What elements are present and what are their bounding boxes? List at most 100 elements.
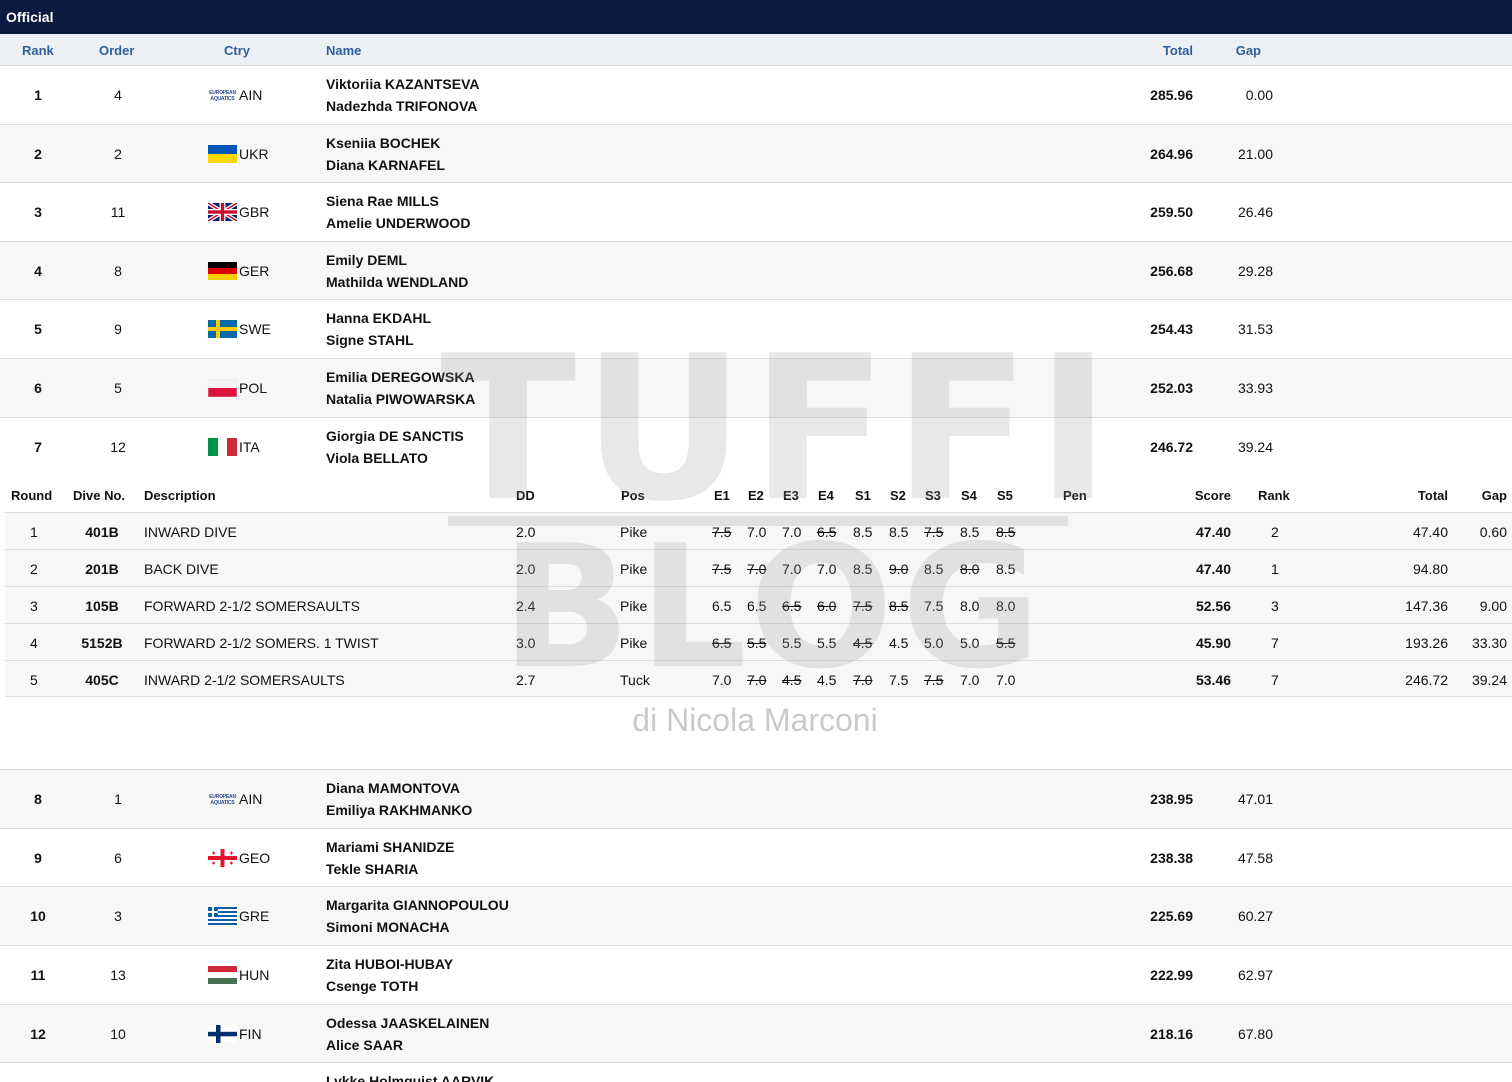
result-row[interactable]: 11 13 HUN Zita HUBOI-HUBAY Csenge TOTH 222.99…	[0, 945, 1512, 1005]
judge-score: 6.5	[747, 598, 767, 615]
gap-cell: 62.97	[1237, 966, 1273, 983]
athlete-name[interactable]: Csenge TOTH	[326, 978, 418, 994]
judge-score: 7.0	[747, 672, 767, 689]
ain-logo-icon: EUROPEAN AQUATICS	[209, 794, 236, 807]
order-cell: 4	[114, 87, 122, 103]
dive-dd: 2.7	[516, 672, 536, 689]
col-total-header[interactable]: Total	[1163, 43, 1193, 58]
athlete-name[interactable]: Diana KARNAFEL	[326, 157, 445, 173]
order-cell: 5	[114, 379, 122, 396]
athlete-name[interactable]: Emiliya RAKHMANKO	[326, 802, 472, 818]
country-code: GER	[239, 262, 270, 279]
athlete-name[interactable]: Diana MAMONTOVA	[326, 780, 460, 796]
dive-number: 401B	[85, 524, 119, 541]
dive-score: 52.56	[1195, 598, 1231, 615]
athlete-name[interactable]: Hanna EKDAHL	[326, 310, 431, 326]
order-cell: 12	[110, 438, 126, 455]
order-cell: 2	[114, 145, 122, 162]
result-row[interactable]: 10 3 GRE Margarita GIANNOPOULOU Simoni MONAC…	[0, 887, 1512, 946]
judge-score: 7.5	[853, 598, 873, 615]
result-row[interactable]: 6 5 POL Emilia DEREGOWSKA Natalia PIWOWARSKA…	[0, 358, 1512, 418]
athlete-name[interactable]: Signe STAHL	[326, 332, 414, 348]
d-col-s1: S1	[855, 488, 871, 504]
athlete-name[interactable]: Viktoriia KAZANTSEVA	[326, 76, 480, 92]
dive-row: 1 401B INWARD DIVE 2.0 Pike 7.5 7.0 7.0 6.5 8.5 8.…	[5, 512, 1512, 550]
ain-logo-icon: EUROPEAN AQUATICS	[209, 90, 236, 102]
dive-round: 3	[30, 598, 38, 615]
judge-score: 5.5	[782, 635, 802, 652]
dive-round: 1	[30, 524, 38, 541]
athlete-name[interactable]: Natalia PIWOWARSKA	[326, 391, 475, 407]
order-cell: 1	[114, 791, 122, 808]
col-rank-header[interactable]: Rank	[22, 43, 54, 58]
result-row[interactable]: 7 12 ITA Giorgia DE SANCTIS Viola BELLATO 246…	[0, 417, 1512, 477]
ukr-flag-icon	[208, 144, 237, 163]
dive-detail-header: Round Dive No. Description DD Pos E1 E2 …	[0, 476, 1512, 512]
judge-score: 7.5	[712, 524, 732, 541]
judge-score: 6.5	[782, 598, 802, 615]
dive-number: 405C	[85, 672, 119, 689]
order-cell: 6	[114, 849, 122, 866]
dive-row: 3 105B FORWARD 2-1/2 SOMERSAULTS 2.4 Pike 6.5…	[5, 586, 1512, 624]
dive-total: 94.80	[1412, 561, 1448, 578]
athlete-name[interactable]: Tekle SHARIA	[326, 861, 418, 877]
athlete-name[interactable]: Lykke Holmquist AARVIK	[326, 1073, 494, 1082]
result-row[interactable]: 4 8 GER Emily DEML Mathilda WENDLAND 256.68 29…	[0, 241, 1512, 301]
judge-score: 8.5	[889, 524, 909, 541]
result-row[interactable]: 9 6 GEO Mariami SHANIDZE Tekle SHARIA 238.38 4…	[0, 828, 1512, 888]
athlete-name[interactable]: Alice SAAR	[326, 1037, 403, 1053]
athlete-name[interactable]: Odessa JAASKELAINEN	[326, 1015, 489, 1031]
athlete-name[interactable]: Mariami SHANIDZE	[326, 839, 454, 855]
col-ctry-header[interactable]: Ctry	[224, 43, 250, 58]
result-row[interactable]: 5 9 SWE Hanna EKDAHL Signe STAHL 254.43 31.53	[0, 300, 1512, 359]
athlete-name[interactable]: Zita HUBOI-HUBAY	[326, 956, 453, 972]
athlete-name[interactable]: Viola BELLATO	[326, 450, 428, 466]
d-col-e2: E2	[748, 488, 764, 504]
d-col-pen: Pen	[1063, 488, 1087, 504]
col-name-header[interactable]: Name	[326, 43, 361, 58]
dive-rank: 3	[1271, 598, 1279, 615]
athlete-name[interactable]: Margarita GIANNOPOULOU	[326, 897, 509, 913]
gbr-flag-icon	[208, 203, 237, 222]
judge-score: 7.0	[817, 561, 837, 578]
judge-score: 8.5	[853, 524, 873, 541]
d-col-round: Round	[11, 488, 53, 504]
rank-cell: 7	[34, 438, 42, 455]
ita-flag-icon	[208, 437, 237, 456]
athlete-name[interactable]: Nadezhda TRIFONOVA	[326, 98, 477, 114]
country-code: GEO	[239, 849, 271, 866]
col-order-header[interactable]: Order	[99, 43, 134, 58]
status-bar: Official	[0, 0, 1512, 34]
order-cell: 13	[110, 966, 126, 983]
athlete-name[interactable]: Kseniia BOCHEK	[326, 135, 440, 151]
athlete-name[interactable]: Amelie UNDERWOOD	[326, 215, 470, 231]
result-row[interactable]: 1 4 EUROPEAN AQUATICS AIN Viktoriia KAZANTSE…	[0, 66, 1512, 125]
judge-score: 5.0	[960, 635, 980, 652]
detail-separator	[0, 740, 1512, 771]
result-row[interactable]: 3 11 GBR Siena Rae MILLS Amelie UNDERWOOD 259…	[0, 183, 1512, 242]
col-gap-header[interactable]: Gap	[1236, 43, 1261, 58]
judge-score: 7.0	[960, 672, 980, 689]
athlete-name[interactable]: Emily DEML	[326, 252, 407, 268]
result-row[interactable]: 8 1 EUROPEAN AQUATICS AIN Diana MAMONTOVA Emi…	[0, 770, 1512, 829]
result-row[interactable]: 12 10 FIN Odessa JAASKELAINEN Alice SAAR 218.…	[0, 1004, 1512, 1064]
dive-number: 5152B	[81, 635, 123, 652]
gap-cell: 39.24	[1237, 438, 1273, 455]
athlete-name[interactable]: Simoni MONACHA	[326, 919, 450, 935]
results-table-header: Rank Order Ctry Name Total Gap	[0, 34, 1512, 66]
judge-score: 8.5	[853, 561, 873, 578]
dive-row: 5 405C INWARD 2-1/2 SOMERSAULTS 2.7 Tuck 7.0 7…	[5, 660, 1512, 698]
athlete-name[interactable]: Siena Rae MILLS	[326, 193, 439, 209]
judge-score: 7.0	[782, 524, 802, 541]
country-code: AIN	[239, 87, 263, 103]
athlete-name[interactable]: Mathilda WENDLAND	[326, 274, 468, 290]
result-row[interactable]: 137NORLykke Holmquist AARVIKOdri Gabre R…	[0, 1063, 1512, 1082]
dive-total: 147.36	[1405, 598, 1448, 615]
judge-score: 8.0	[960, 598, 980, 615]
athlete-name[interactable]: Giorgia DE SANCTIS	[326, 428, 464, 444]
total-cell: 218.16	[1150, 1025, 1193, 1042]
judge-score: 4.5	[853, 635, 873, 652]
dive-rank: 1	[1271, 561, 1279, 578]
athlete-name[interactable]: Emilia DEREGOWSKA	[326, 369, 475, 385]
result-row[interactable]: 2 2 UKR Kseniia BOCHEK Diana KARNAFEL 264.96 2…	[0, 124, 1512, 184]
